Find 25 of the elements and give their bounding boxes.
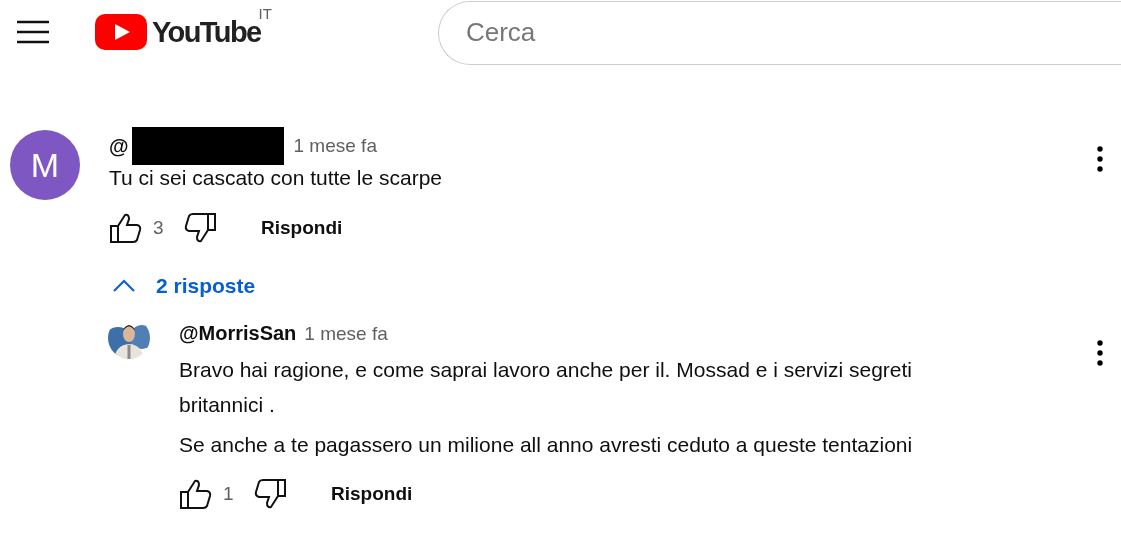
username[interactable]: @ xyxy=(109,134,129,158)
more-icon[interactable] xyxy=(1097,146,1103,172)
timestamp[interactable]: 1 mese fa xyxy=(304,322,388,345)
logo-text[interactable]: YouTube xyxy=(152,14,261,50)
comment-text: Tu ci sei cascato con tutte le scarpe xyxy=(109,165,444,191)
country-code: IT xyxy=(258,5,272,22)
like-count: 3 xyxy=(153,216,165,239)
like-count: 1 xyxy=(223,483,235,505)
username[interactable]: @MorrisSan xyxy=(179,322,297,345)
play-logo-icon[interactable] xyxy=(95,14,147,50)
menu-icon[interactable] xyxy=(17,20,49,44)
timestamp[interactable]: 1 mese fa xyxy=(293,135,377,157)
search-field[interactable]: Cerca xyxy=(437,0,1121,65)
replies-toggle[interactable]: 2 risposte xyxy=(106,267,262,304)
avatar[interactable]: M xyxy=(10,130,80,200)
reply-button[interactable]: Rispondi xyxy=(331,477,413,511)
comment-text: Bravo hai ragione, e come saprai lavoro anche per il. Mossad e i servizi segreti britannici . xyxy=(179,356,914,418)
like-icon[interactable] xyxy=(179,478,213,510)
dislike-icon[interactable] xyxy=(183,211,217,244)
caret-icon xyxy=(112,278,136,293)
like-icon[interactable] xyxy=(109,211,143,244)
more-icon[interactable] xyxy=(1097,339,1103,366)
dislike-icon[interactable] xyxy=(253,478,287,510)
reply-button[interactable]: Rispondi xyxy=(261,210,343,245)
comment-text: Se anche a te pagassero un milione all anno avresti ceduto a queste tentazioni xyxy=(179,431,914,458)
